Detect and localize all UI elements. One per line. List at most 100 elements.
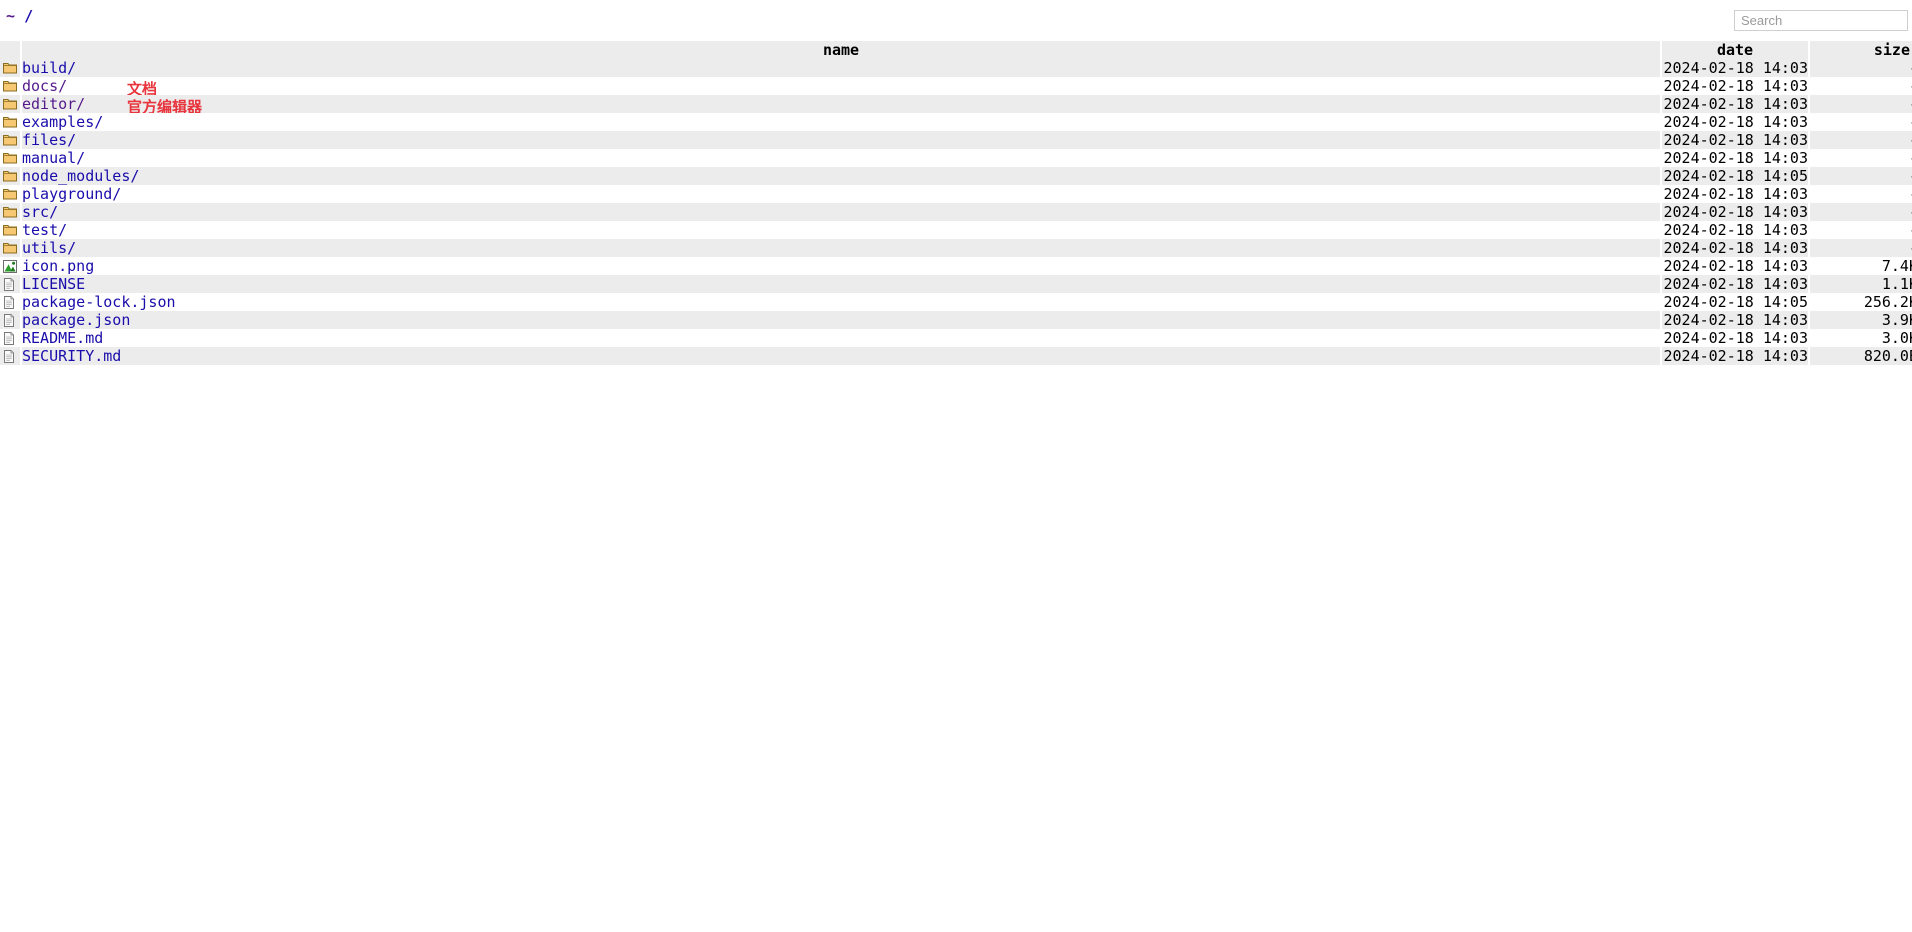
table-row[interactable]: node_modules/2024-02-18 14:05- <box>0 167 1912 185</box>
file-listing-table: name date size build/2024-02-18 14:03-do… <box>0 41 1912 365</box>
row-icon-cell <box>0 167 22 185</box>
row-size-cell: 256.2K <box>1809 293 1912 311</box>
row-date-cell: 2024-02-18 14:03 <box>1661 149 1810 167</box>
column-header-icon <box>0 41 22 59</box>
row-name-cell: docs/文档 <box>21 77 1662 98</box>
row-date-cell: 2024-02-18 14:03 <box>1661 113 1810 131</box>
file-link[interactable]: LICENSE <box>22 275 85 293</box>
table-row[interactable]: playground/2024-02-18 14:03- <box>0 185 1912 203</box>
file-icon <box>3 314 17 327</box>
table-row[interactable]: editor/官方编辑器2024-02-18 14:03- <box>0 95 1912 116</box>
table-row[interactable]: build/2024-02-18 14:03- <box>0 59 1912 77</box>
table-row[interactable]: src/2024-02-18 14:03- <box>0 203 1912 221</box>
row-date-cell: 2024-02-18 14:03 <box>1661 257 1810 275</box>
folder-icon <box>3 116 17 129</box>
file-link[interactable]: docs/ <box>22 77 67 95</box>
row-date-cell: 2024-02-18 14:05 <box>1661 293 1810 311</box>
file-icon <box>3 278 17 291</box>
row-size-cell: 1.1K <box>1809 275 1912 293</box>
row-icon-cell <box>0 185 22 203</box>
column-header-size[interactable]: size <box>1809 41 1912 59</box>
table-row[interactable]: examples/2024-02-18 14:03- <box>0 113 1912 131</box>
table-row[interactable]: package-lock.json 2024-02-18 14:05256.2K <box>0 293 1912 311</box>
file-icon <box>3 296 17 309</box>
file-link[interactable]: node_modules/ <box>22 167 139 185</box>
file-link[interactable]: editor/ <box>22 95 85 113</box>
row-icon-cell <box>0 77 22 95</box>
search-input[interactable] <box>1734 10 1908 31</box>
row-icon-cell <box>0 95 22 113</box>
row-name-cell: test/ <box>21 221 1662 239</box>
row-icon-cell <box>0 329 22 347</box>
row-date-cell: 2024-02-18 14:03 <box>1661 185 1810 203</box>
row-size-cell: - <box>1809 95 1912 113</box>
breadcrumb-home-link[interactable]: ~ <box>6 7 15 25</box>
row-icon-cell <box>0 293 22 311</box>
file-link[interactable]: package-lock.json <box>22 293 176 311</box>
row-size-cell: 3.9K <box>1809 311 1912 329</box>
row-size-cell: 3.0K <box>1809 329 1912 347</box>
row-icon-cell <box>0 203 22 221</box>
folder-icon <box>3 152 17 165</box>
column-header-date[interactable]: date <box>1661 41 1810 59</box>
breadcrumb-root-link[interactable]: / <box>24 7 33 25</box>
column-header-name[interactable]: name <box>21 41 1662 59</box>
table-header-row: name date size <box>0 41 1912 59</box>
file-icon <box>3 350 17 363</box>
image-icon <box>3 260 17 273</box>
row-icon-cell <box>0 113 22 131</box>
row-size-cell: - <box>1809 113 1912 131</box>
file-link[interactable]: files/ <box>22 131 76 149</box>
file-icon <box>3 332 17 345</box>
table-row[interactable]: LICENSE 2024-02-18 14:031.1K <box>0 275 1912 293</box>
table-row[interactable]: README.md 2024-02-18 14:033.0K <box>0 329 1912 347</box>
file-link[interactable]: build/ <box>22 59 76 77</box>
row-size-cell: - <box>1809 239 1912 257</box>
table-row[interactable]: icon.png 2024-02-18 14:037.4K <box>0 257 1912 275</box>
row-icon-cell <box>0 311 22 329</box>
folder-icon <box>3 188 17 201</box>
file-link[interactable]: utils/ <box>22 239 76 257</box>
row-size-cell: - <box>1809 203 1912 221</box>
file-link[interactable]: manual/ <box>22 149 85 167</box>
row-size-cell: - <box>1809 149 1912 167</box>
row-name-cell: icon.png <box>21 257 1662 275</box>
folder-icon <box>3 206 17 219</box>
table-row[interactable]: package.json 2024-02-18 14:033.9K <box>0 311 1912 329</box>
row-size-cell: - <box>1809 131 1912 149</box>
row-date-cell: 2024-02-18 14:03 <box>1661 311 1810 329</box>
row-icon-cell <box>0 239 22 257</box>
file-link[interactable]: SECURITY.md <box>22 347 121 365</box>
row-name-cell: examples/ <box>21 113 1662 131</box>
row-date-cell: 2024-02-18 14:03 <box>1661 329 1810 347</box>
file-link[interactable]: icon.png <box>22 257 94 275</box>
folder-icon <box>3 242 17 255</box>
file-link[interactable]: README.md <box>22 329 103 347</box>
row-date-cell: 2024-02-18 14:03 <box>1661 131 1810 149</box>
table-row[interactable]: test/2024-02-18 14:03- <box>0 221 1912 239</box>
file-link[interactable]: package.json <box>22 311 130 329</box>
row-size-cell: - <box>1809 167 1912 185</box>
file-link[interactable]: playground/ <box>22 185 121 203</box>
file-link[interactable]: test/ <box>22 221 67 239</box>
file-link[interactable]: src/ <box>22 203 58 221</box>
folder-icon <box>3 62 17 75</box>
row-date-cell: 2024-02-18 14:05 <box>1661 167 1810 185</box>
row-date-cell: 2024-02-18 14:03 <box>1661 347 1810 365</box>
table-row[interactable]: utils/2024-02-18 14:03- <box>0 239 1912 257</box>
row-date-cell: 2024-02-18 14:03 <box>1661 59 1810 77</box>
file-link[interactable]: examples/ <box>22 113 103 131</box>
row-date-cell: 2024-02-18 14:03 <box>1661 221 1810 239</box>
table-row[interactable]: SECURITY.md 2024-02-18 14:03820.0B <box>0 347 1912 365</box>
table-header: name date size <box>0 41 1912 59</box>
row-icon-cell <box>0 59 22 77</box>
table-row[interactable]: files/2024-02-18 14:03- <box>0 131 1912 149</box>
folder-icon <box>3 224 17 237</box>
row-size-cell: - <box>1809 59 1912 77</box>
row-date-cell: 2024-02-18 14:03 <box>1661 95 1810 113</box>
row-date-cell: 2024-02-18 14:03 <box>1661 239 1810 257</box>
folder-icon <box>3 134 17 147</box>
table-row[interactable]: docs/文档2024-02-18 14:03- <box>0 77 1912 98</box>
top-bar: ~ / <box>0 0 1912 41</box>
table-row[interactable]: manual/2024-02-18 14:03- <box>0 149 1912 167</box>
